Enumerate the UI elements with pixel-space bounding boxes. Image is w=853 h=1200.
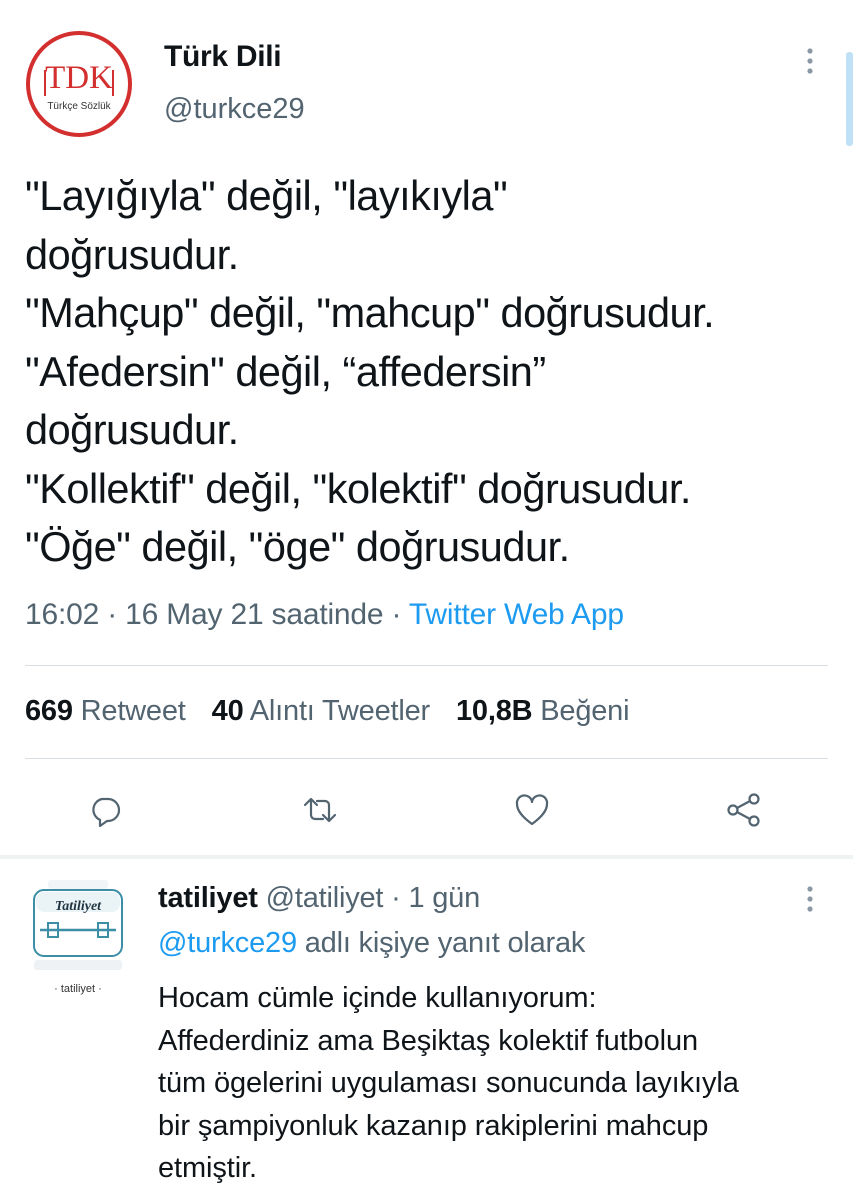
share-icon[interactable]: [724, 790, 764, 830]
reply-text-line: Affederdiniz ama Beşiktaş kolektif futbo…: [158, 1024, 699, 1057]
retweet-icon[interactable]: [300, 790, 340, 830]
reply-author-name[interactable]: tatiliyet: [158, 882, 258, 914]
reply-text-line: Hocam cümle içinde kullanıyorum:: [158, 982, 597, 1014]
tweet-date[interactable]: 16 May 21 saatinde: [125, 598, 383, 631]
divider: [25, 758, 828, 759]
author-avatar[interactable]: TDK Türkçe Sözlük: [25, 30, 133, 138]
reply-text-line: bir şampiyonluk kazanıp rakiplerini mahc…: [158, 1109, 709, 1142]
thread-separator: [0, 855, 853, 859]
reply-icon[interactable]: [85, 790, 125, 830]
quotes-stat[interactable]: 40 Alıntı Tweetler: [211, 695, 431, 727]
tweet-text-line: "Mahçup" değil, "mahcup" doğrusudur.: [25, 289, 715, 336]
replying-to-mention[interactable]: @turkce29: [158, 927, 297, 959]
meta-separator: ·: [383, 598, 409, 631]
reply-text: Hocam cümle içinde kullanıyorum: Affeder…: [158, 977, 838, 1190]
reply-age[interactable]: 1 gün: [408, 882, 480, 914]
quote-count: 40: [211, 695, 244, 727]
retweet-label: Retweet: [80, 695, 186, 727]
tweet-text-line: "Öğe" değil, "öge" doğrusudur.: [25, 523, 570, 570]
tweet-text-line: "Layığıyla" değil, "layıkıyla": [25, 172, 508, 219]
scrollbar[interactable]: [846, 52, 853, 146]
avatar-logo-text: TDK: [45, 60, 113, 96]
author-name[interactable]: Türk Dili: [164, 40, 282, 74]
tweet-text-line: doğrusudur.: [25, 406, 239, 453]
tweet-text-line: "Kollektif" değil, "kolektif" doğrusudur…: [25, 464, 691, 512]
likes-stat[interactable]: 10,8B Beğeni: [456, 695, 630, 727]
reply-avatar-caption: · tatiliyet ·: [54, 983, 102, 995]
quote-label: Alıntı Tweetler: [249, 695, 430, 727]
like-icon[interactable]: [512, 790, 552, 830]
reply-separator: ·: [383, 882, 409, 914]
tweet-text: "Layığıyla" değil, "layıkıyla" doğrusudu…: [25, 167, 845, 577]
tweet-text-line: doğrusudur.: [25, 230, 239, 278]
reply-avatar-text: Tatiliyet: [55, 899, 102, 914]
more-options-icon[interactable]: [797, 44, 823, 78]
like-label: Beğeni: [540, 695, 630, 727]
like-count: 10,8B: [456, 695, 533, 727]
replying-to: @turkce29 adlı kişiye yanıt olarak: [158, 927, 585, 960]
reply-author-handle[interactable]: @tatiliyet: [266, 882, 384, 914]
tweet-source-link[interactable]: Twitter Web App: [409, 598, 624, 631]
tweet-time[interactable]: 16:02: [25, 598, 99, 631]
tweet-meta: 16:02 · 16 May 21 saatinde · Twitter Web…: [25, 598, 624, 632]
divider: [25, 665, 828, 666]
meta-separator: ·: [99, 598, 126, 631]
author-handle[interactable]: @turkce29: [164, 93, 305, 126]
avatar-logo-subtext: Türkçe Sözlük: [47, 101, 111, 112]
reply-header: tatiliyet @tatiliyet · 1 gün: [158, 882, 480, 915]
reply-more-options-icon[interactable]: [797, 882, 823, 916]
reply-avatar[interactable]: Tatiliyet · tatiliyet ·: [26, 880, 130, 998]
reply-text-line: etmiştir.: [158, 1152, 257, 1184]
tweet-text-line: "Afedersin" değil, “affedersin”: [25, 347, 546, 395]
tweet-stats: 669 Retweet 40 Alıntı Tweetler 10,8B Beğen…: [25, 695, 655, 728]
reply-text-line: tüm ögelerini uygulaması sonucunda layık…: [158, 1067, 739, 1099]
retweet-count: 669: [25, 695, 73, 727]
retweets-stat[interactable]: 669 Retweet: [25, 695, 186, 727]
replying-to-label: adlı kişiye yanıt olarak: [296, 927, 586, 959]
